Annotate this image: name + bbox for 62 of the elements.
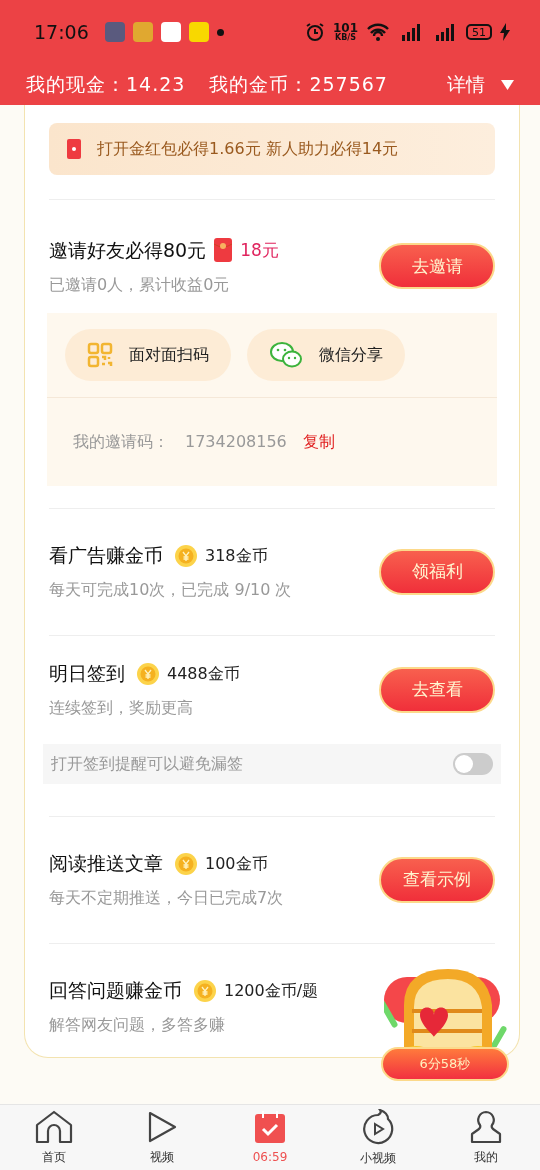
nav-tab[interactable]: 首页 (0, 1109, 108, 1166)
invite-code-label: 我的邀请码： (73, 430, 169, 453)
reward-amount: 18元 (240, 238, 279, 262)
task-description: 每天不定期推送，今日已完成7次 (49, 886, 284, 909)
qr-code-icon (87, 341, 113, 368)
person-icon (470, 1109, 502, 1144)
invite-button[interactable]: 去邀请 (379, 243, 495, 290)
nav-tab[interactable]: 视频 (108, 1109, 216, 1166)
invite-stats: 已邀请0人，累计收益0元 (49, 273, 231, 296)
countdown-timer[interactable]: 6分58秒 (381, 1047, 509, 1081)
app-icon (132, 22, 153, 42)
coin-reward: 4488金币 (167, 662, 240, 685)
invite-code: 1734208156 (185, 430, 287, 453)
calendar-check-icon (254, 1109, 286, 1144)
envelope-icon (67, 139, 81, 159)
task-button[interactable]: 查看示例 (379, 856, 495, 903)
status-time: 17:06 (34, 19, 89, 45)
play-icon (146, 1109, 178, 1144)
reminder-text: 打开签到提醒可以避免漏签 (51, 752, 243, 775)
chat-bubbles-icon (269, 340, 303, 369)
task-title: 回答问题赚金币 (49, 978, 182, 1004)
promo-text: 打开金红包必得1.66元 新人助力必得14元 (97, 138, 399, 160)
task-description: 每天可完成10次，已完成 9/10 次 (49, 578, 292, 601)
caret-icon (501, 79, 514, 90)
flame-play-icon (362, 1108, 394, 1145)
alarm-icon (304, 22, 325, 42)
home-icon (35, 1109, 73, 1144)
share-button[interactable]: 微信分享 (247, 328, 405, 381)
nav-tab[interactable]: 小视频 (324, 1108, 432, 1167)
task-title: 看广告赚金币 (49, 543, 163, 569)
dot-icon (216, 28, 224, 36)
coin-icon (175, 852, 197, 875)
app-icon (188, 22, 209, 42)
app-icon (160, 22, 181, 42)
coin-icon (194, 979, 216, 1002)
network-speed: 101 (332, 22, 358, 34)
details-dropdown[interactable]: 详情 (447, 70, 514, 99)
toggle-switch[interactable] (453, 752, 493, 775)
copy-link[interactable]: 复制 (302, 429, 335, 454)
envelope-icon (214, 238, 233, 263)
battery-level: 51 (466, 24, 492, 40)
cash-balance: 我的现金：14.23 (26, 72, 186, 98)
scan-button[interactable]: 面对面扫码 (65, 328, 231, 381)
nav-tab[interactable]: 06:59 (216, 1109, 324, 1166)
task-description: 解答网友问题，多答多赚 (49, 1013, 226, 1036)
nav-tab[interactable]: 我的 (432, 1109, 540, 1166)
task-title: 明日签到 (49, 661, 125, 687)
coin-icon (175, 544, 197, 567)
task-title: 阅读推送文章 (49, 851, 163, 877)
task-button[interactable]: 领福利 (379, 548, 495, 595)
coin-balance: 我的金币：257567 (209, 72, 388, 98)
coin-reward: 318金币 (205, 544, 268, 567)
wifi-icon (366, 23, 390, 41)
coin-reward: 1200金币/题 (224, 979, 319, 1002)
coin-reward: 100金币 (205, 852, 268, 875)
charging-icon (500, 23, 510, 41)
invite-title: 邀请好友必得80元 (49, 238, 207, 263)
network-speed-unit: KB/S (334, 34, 356, 42)
task-button[interactable]: 去查看 (379, 666, 495, 713)
coin-icon (137, 662, 159, 685)
app-icon (104, 22, 125, 42)
task-description: 连续签到，奖励更高 (49, 696, 194, 719)
